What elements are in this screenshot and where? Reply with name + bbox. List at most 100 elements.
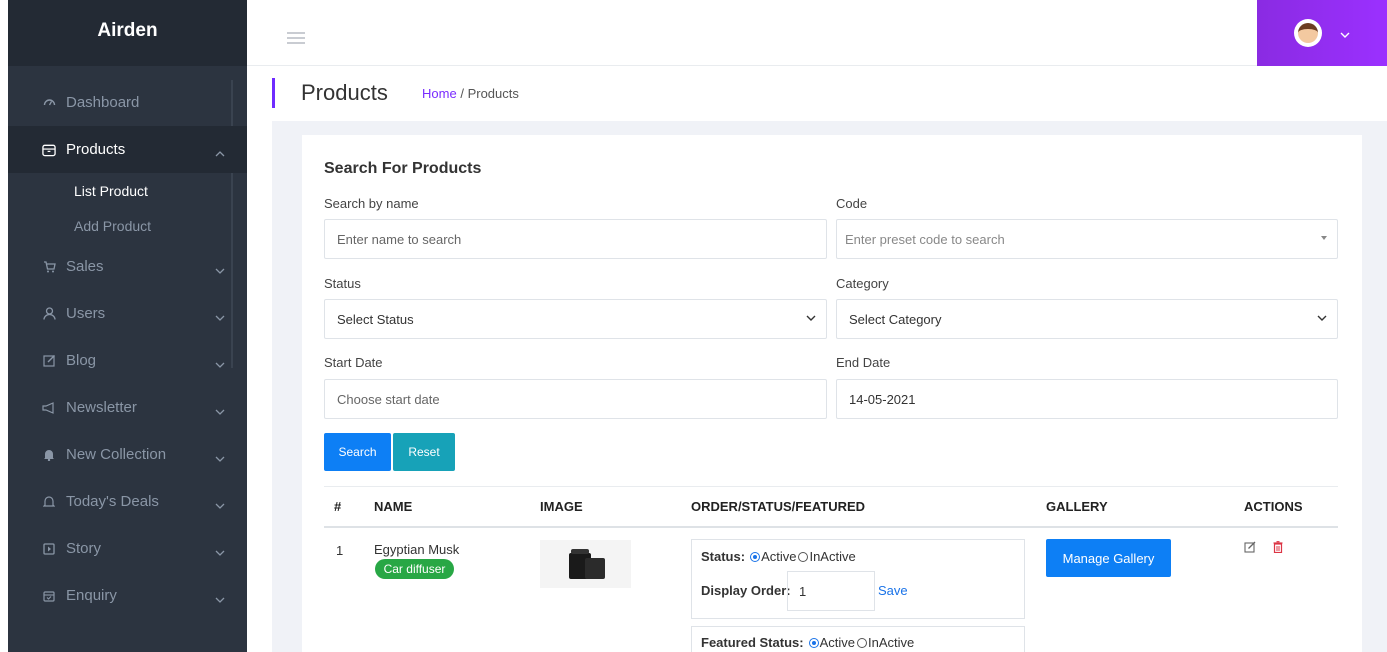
search-button[interactable]: Search — [324, 433, 391, 471]
sidebar-item-todays-deals[interactable]: Today's Deals — [8, 478, 247, 525]
user-icon — [42, 307, 56, 321]
user-menu[interactable] — [1257, 0, 1387, 66]
sidebar-item-newsletter[interactable]: Newsletter — [8, 384, 247, 431]
cart-icon — [42, 260, 56, 274]
category-selected-value: Select Category — [849, 311, 942, 327]
sidebar-item-sales[interactable]: Sales — [8, 243, 247, 290]
chevron-down-icon — [215, 355, 225, 372]
featured-radio-group: Featured Status: Active InActive — [701, 635, 914, 650]
code-placeholder: Enter preset code to search — [845, 231, 1005, 247]
sidebar-item-dashboard[interactable]: Dashboard — [8, 78, 247, 126]
sidebar-item-products[interactable]: Products — [8, 126, 247, 173]
chevron-down-icon — [215, 449, 225, 466]
status-label: Status: — [701, 549, 746, 564]
status-label: Status — [324, 276, 361, 291]
edit-icon — [42, 354, 56, 368]
sidebar-item-label: Dashboard — [66, 93, 140, 111]
featured-inactive-label: InActive — [867, 635, 915, 650]
row-index: 1 — [336, 543, 344, 558]
chevron-down-icon — [215, 543, 225, 560]
breadcrumb: Home / Products — [422, 86, 519, 101]
status-active-label: Active — [761, 549, 797, 564]
title-accent-bar — [272, 78, 275, 108]
topbar — [247, 0, 1387, 66]
sidebar-item-label: New Collection — [66, 446, 167, 463]
sidebar-nav: Dashboard Products List Product Add Prod… — [8, 78, 247, 619]
breadcrumb-home-link[interactable]: Home — [422, 86, 457, 101]
sidebar: Airden Dashboard Products List Product A… — [8, 0, 247, 652]
bell-outline-icon — [42, 495, 56, 509]
category-select[interactable]: Select Category — [836, 299, 1338, 339]
reset-button[interactable]: Reset — [393, 433, 455, 471]
table-header-border — [324, 526, 1338, 528]
sidebar-subitem-add-product[interactable]: Add Product — [8, 208, 247, 243]
calendar-icon — [42, 589, 56, 603]
sidebar-item-label: Enquiry — [66, 587, 117, 604]
chevron-down-icon — [215, 496, 225, 513]
megaphone-icon — [42, 401, 56, 415]
name-label: Search by name — [324, 196, 419, 211]
save-order-link[interactable]: Save — [878, 583, 908, 598]
edit-icon[interactable] — [1244, 541, 1256, 556]
sidebar-item-label: Newsletter — [66, 399, 137, 416]
chevron-down-icon[interactable] — [1340, 26, 1350, 41]
search-title: Search For Products — [324, 160, 482, 177]
category-label: Category — [836, 276, 889, 291]
bell-icon — [42, 448, 56, 462]
column-header-actions: ACTIONS — [1244, 499, 1303, 514]
chevron-down-icon — [215, 402, 225, 419]
status-inactive-radio[interactable] — [798, 551, 809, 562]
column-header-order-status: ORDER/STATUS/FEATURED — [691, 499, 866, 514]
hamburger-menu-icon[interactable] — [287, 32, 305, 47]
column-header-image: IMAGE — [540, 499, 583, 514]
square-play-icon — [42, 542, 56, 556]
chevron-down-icon — [215, 308, 225, 325]
products-icon — [42, 143, 56, 157]
featured-status-label: Featured Status: — [701, 635, 804, 650]
column-header-index: # — [334, 499, 342, 514]
page-header: Products Home / Products — [272, 66, 1387, 121]
start-date-input[interactable]: Choose start date — [324, 379, 827, 419]
chevron-down-icon — [215, 261, 225, 278]
status-active-radio[interactable] — [750, 551, 761, 562]
dashboard-icon — [42, 95, 56, 109]
status-selected-value: Select Status — [337, 311, 414, 327]
end-date-input[interactable]: 14-05-2021 — [836, 379, 1338, 419]
start-date-label: Start Date — [324, 355, 383, 370]
sidebar-item-blog[interactable]: Blog — [8, 337, 247, 384]
sidebar-item-enquiry[interactable]: Enquiry — [8, 572, 247, 619]
breadcrumb-separator: / — [460, 86, 464, 101]
sidebar-item-label: Sales — [66, 258, 104, 275]
page-title: Products — [301, 80, 388, 105]
chevron-down-icon — [806, 312, 816, 324]
featured-active-label: Active — [819, 635, 855, 650]
featured-active-radio[interactable] — [808, 637, 819, 648]
display-order-row: Display Order: — [701, 583, 794, 598]
sidebar-subitem-list-product[interactable]: List Product — [8, 173, 247, 208]
avatar[interactable] — [1294, 19, 1322, 47]
brand-logo[interactable]: Airden — [8, 0, 247, 66]
sidebar-item-label: Products — [66, 141, 126, 158]
sidebar-item-label: Users — [66, 305, 106, 322]
sidebar-item-label: Today's Deals — [66, 493, 159, 510]
name-search-input[interactable]: Enter name to search — [324, 219, 827, 259]
manage-gallery-button[interactable]: Manage Gallery — [1046, 539, 1171, 577]
status-select[interactable]: Select Status — [324, 299, 827, 339]
chevron-down-icon — [215, 590, 225, 607]
status-inactive-label: InActive — [809, 549, 856, 564]
dropdown-triangle-icon — [1321, 236, 1327, 240]
sidebar-item-users[interactable]: Users — [8, 290, 247, 337]
delete-icon[interactable] — [1273, 541, 1283, 556]
sidebar-item-story[interactable]: Story — [8, 525, 247, 572]
display-order-input[interactable]: 1 — [787, 571, 875, 611]
product-image — [540, 540, 631, 588]
featured-inactive-radio[interactable] — [856, 637, 867, 648]
category-badge: Car diffuser — [375, 559, 454, 579]
chevron-down-icon — [1317, 312, 1327, 324]
code-select[interactable]: Enter preset code to search — [836, 219, 1338, 259]
column-header-name: NAME — [374, 499, 413, 514]
code-label: Code — [836, 196, 868, 211]
status-radio-group: Status: Active InActive — [701, 549, 856, 564]
sidebar-item-new-collection[interactable]: New Collection — [8, 431, 247, 478]
breadcrumb-current: Products — [467, 86, 519, 101]
